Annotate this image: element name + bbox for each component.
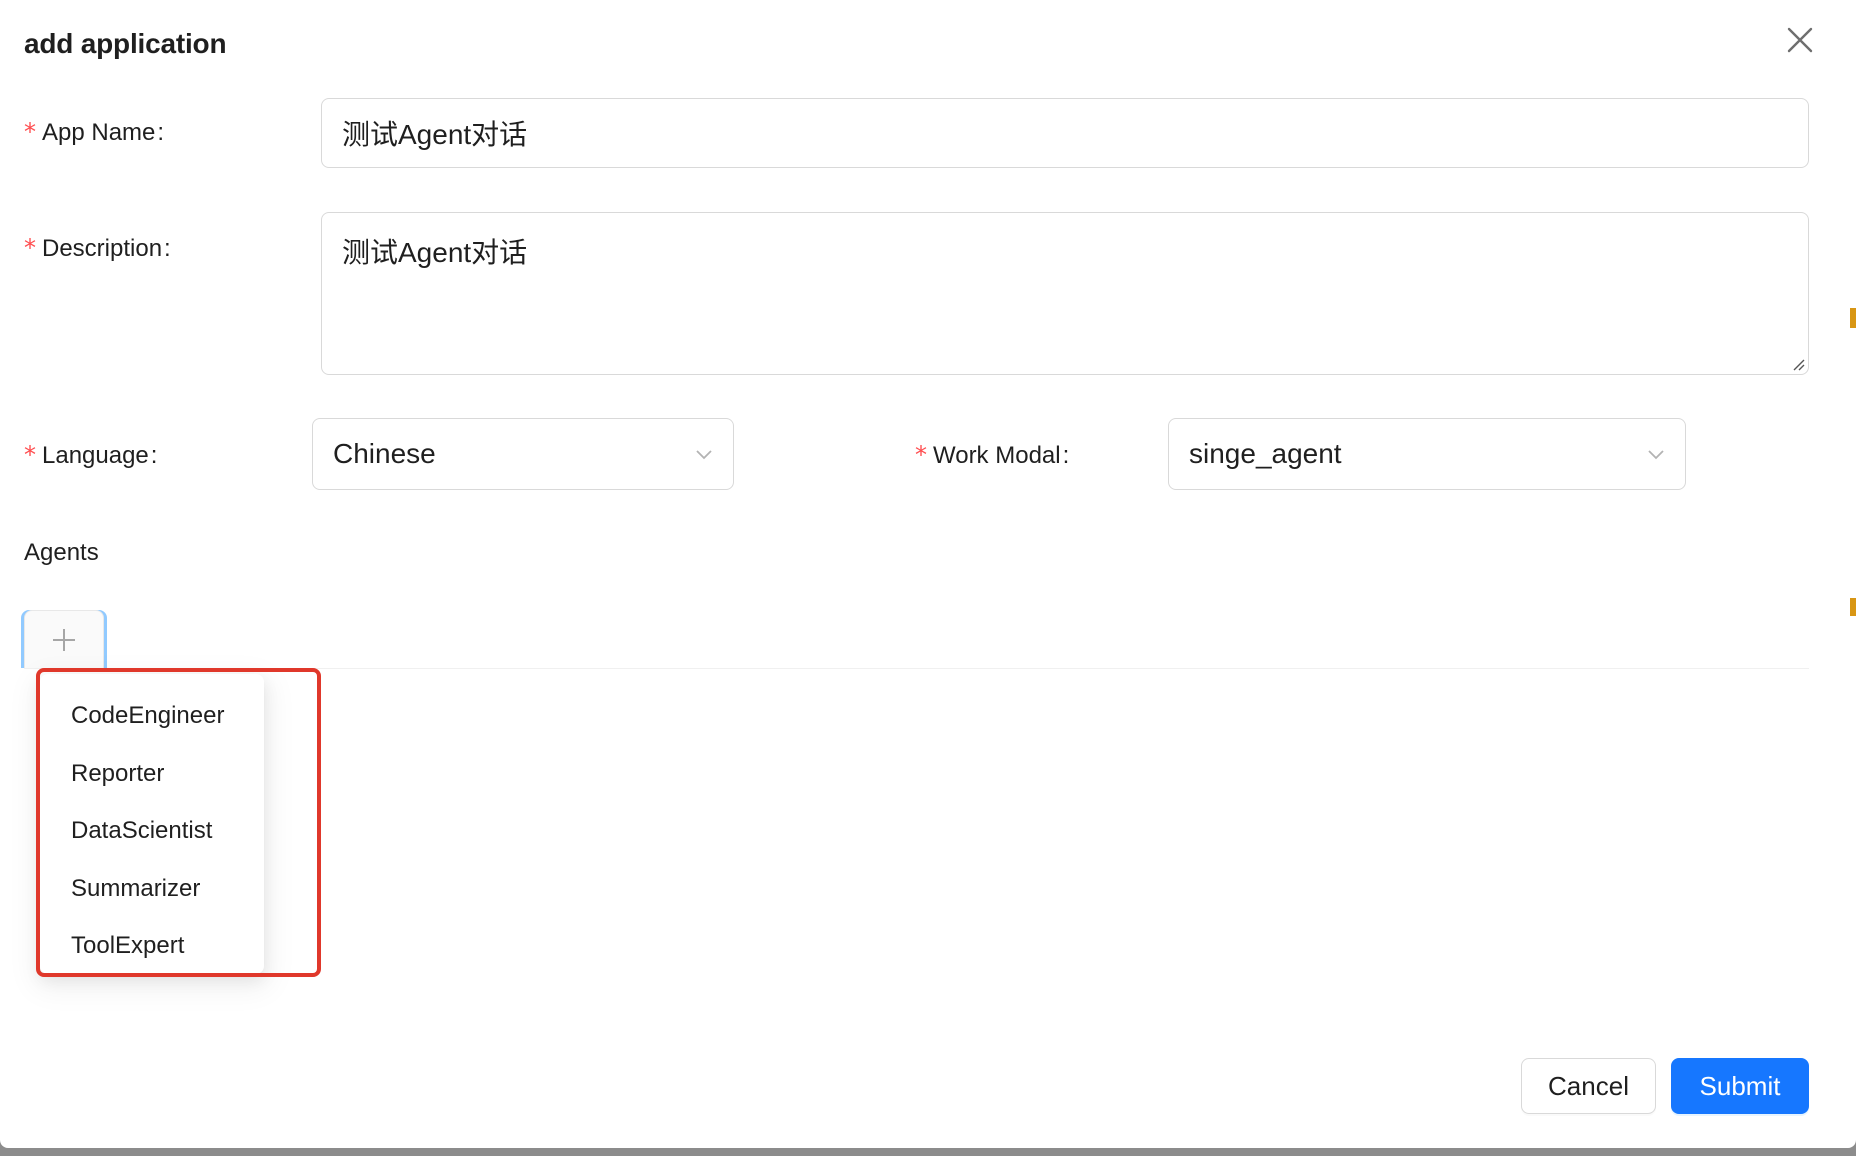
language-label: * Language: — [24, 441, 158, 469]
close-button[interactable] — [1780, 20, 1820, 60]
dropdown-item-summarizer[interactable]: Summarizer — [40, 861, 264, 917]
app-name-value: 测试Agent对话 — [342, 119, 528, 150]
close-icon — [1787, 27, 1813, 53]
modal-title: add application — [24, 28, 227, 59]
required-star: * — [915, 441, 927, 469]
work-modal-selected-value: singe_agent — [1189, 438, 1342, 469]
dropdown-item-datascientist[interactable]: DataScientist — [40, 803, 264, 859]
add-application-modal: add application * App Name: 测试Agent对话 * De… — [0, 0, 1856, 1148]
language-selected-value: Chinese — [333, 438, 436, 469]
dropdown-item-codeengineer[interactable]: CodeEngineer — [40, 688, 264, 744]
plus-icon — [53, 628, 75, 651]
app-name-label: * App Name: — [24, 118, 165, 146]
description-value: 测试Agent对话 — [342, 237, 528, 268]
add-agent-tab-button[interactable] — [24, 610, 104, 668]
chevron-down-icon — [696, 450, 712, 460]
cancel-button[interactable]: Cancel — [1521, 1058, 1656, 1114]
resize-grip-icon[interactable] — [1790, 356, 1806, 372]
work-modal-label: * Work Modal: — [915, 441, 1070, 469]
description-textarea[interactable]: 测试Agent对话 — [321, 212, 1809, 375]
chevron-down-icon — [1648, 450, 1664, 460]
language-select[interactable]: Chinese — [312, 418, 734, 490]
agents-section-title: Agents — [24, 539, 99, 566]
submit-button[interactable]: Submit — [1671, 1058, 1809, 1114]
background-edge-mark — [1850, 308, 1856, 328]
work-modal-select[interactable]: singe_agent — [1168, 418, 1686, 490]
agent-dropdown-menu: CodeEngineer Reporter DataScientist Summ… — [40, 674, 264, 974]
dropdown-item-toolexpert[interactable]: ToolExpert — [40, 918, 264, 974]
dropdown-item-reporter[interactable]: Reporter — [40, 746, 264, 802]
description-label: * Description: — [24, 234, 171, 262]
required-star: * — [24, 234, 36, 262]
required-star: * — [24, 118, 36, 146]
background-edge-mark — [1850, 598, 1856, 616]
required-star: * — [24, 441, 36, 469]
tabs-divider — [24, 668, 1809, 669]
app-name-input[interactable]: 测试Agent对话 — [321, 98, 1809, 168]
